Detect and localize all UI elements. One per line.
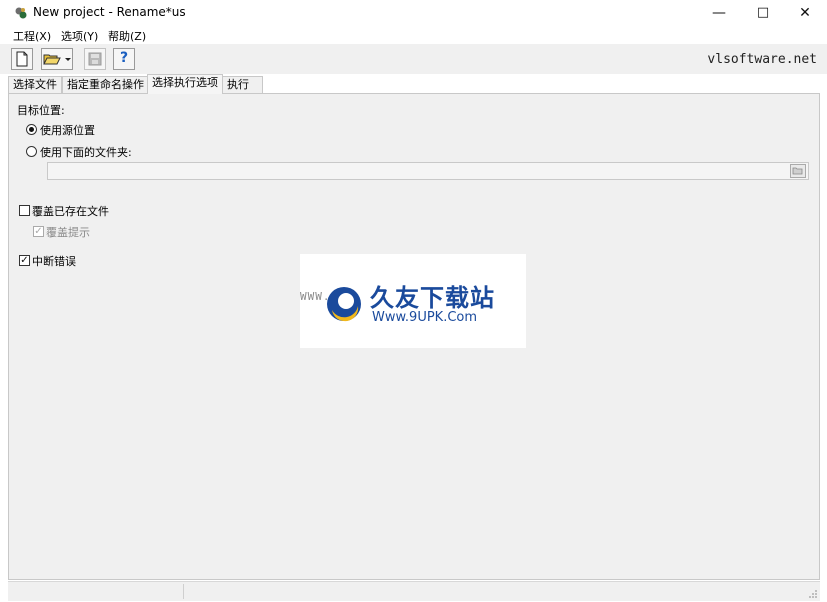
menu-help[interactable]: 帮助(Z) [108,28,146,44]
toolbar: ? vlsoftware.net [0,44,827,74]
watermark: WWW.9U 久友下载站 Www.9UPK.Com [300,254,526,348]
help-button[interactable]: ? [113,48,135,70]
target-location-label: 目标位置: [17,104,65,117]
menu-bar: 工程(X) 选项(Y) 帮助(Z) [0,26,827,44]
status-divider [183,584,184,599]
menu-project[interactable]: 工程(X) [13,28,51,44]
site-label: vlsoftware.net [707,52,817,67]
tab-select-files[interactable]: 选择文件 [8,76,62,93]
open-folder-icon [43,54,61,65]
help-icon: ? [120,50,129,66]
status-bar [8,581,820,601]
title-bar: New project - Rename*us — □ ✕ [0,0,827,26]
checkbox-overwrite-label[interactable]: 覆盖已存在文件 [32,203,109,219]
radio-use-folder[interactable] [26,146,37,157]
tab-rename-operations[interactable]: 指定重命名操作 [62,76,149,93]
tab-execute[interactable]: 执行 [222,76,263,93]
checkbox-overwrite-prompt-label: 覆盖提示 [46,226,90,239]
save-icon [88,52,102,66]
radio-use-folder-label[interactable]: 使用下面的文件夹: [40,144,132,160]
minimize-button[interactable]: — [697,0,741,26]
maximize-button[interactable]: □ [741,0,785,26]
tab-execution-options[interactable]: 选择执行选项 [147,74,223,94]
dropdown-arrow-icon[interactable] [64,49,72,69]
close-button[interactable]: ✕ [783,0,827,26]
watermark-title: 久友下载站 [370,284,495,312]
watermark-logo-icon [327,287,361,322]
radio-use-source-label[interactable]: 使用源位置 [40,122,95,138]
radio-dot [29,127,34,132]
resize-grip-icon[interactable] [808,589,818,599]
menu-options[interactable]: 选项(Y) [61,28,98,44]
checkbox-stop-on-error-label[interactable]: 中断错误 [32,253,76,269]
new-icon [16,51,28,67]
app-icon [15,7,27,19]
window-title: New project - Rename*us [33,5,186,19]
watermark-url: Www.9UPK.Com [372,310,478,325]
folder-field[interactable] [47,162,809,180]
browse-folder-icon[interactable] [790,164,806,178]
checkbox-overwrite-prompt: ✓ [33,226,44,237]
checkbox-overwrite[interactable] [19,205,30,216]
checkbox-stop-on-error[interactable]: ✓ [19,255,30,266]
radio-use-source[interactable] [26,124,37,135]
save-button[interactable] [84,48,106,70]
new-button[interactable] [11,48,33,70]
open-button[interactable] [41,48,73,70]
